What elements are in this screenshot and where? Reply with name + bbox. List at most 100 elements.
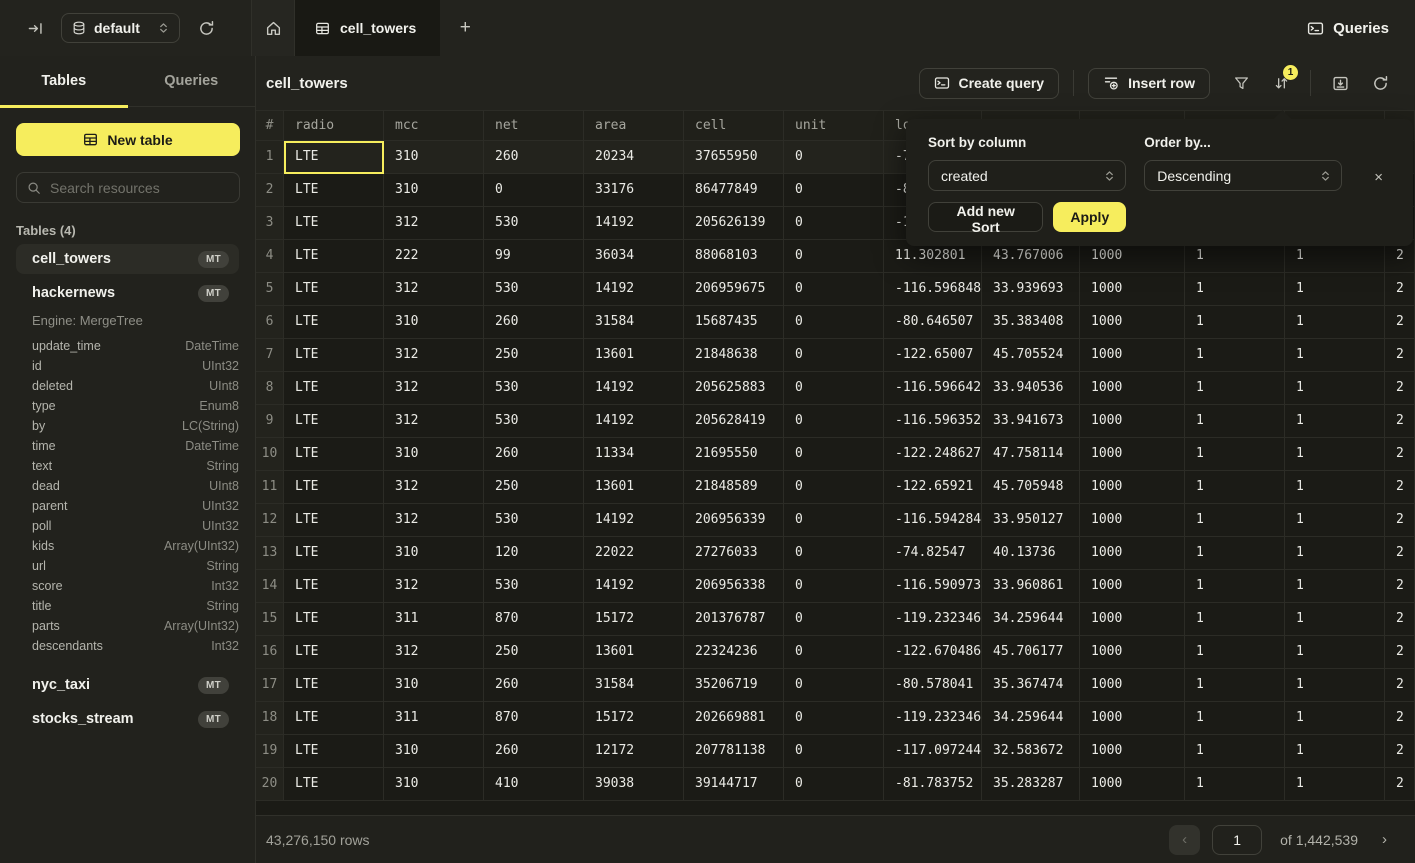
table-cell[interactable]: 1 [1285, 603, 1385, 636]
table-cell[interactable]: 207781138 [684, 735, 784, 768]
table-cell[interactable]: 0 [784, 768, 884, 801]
table-cell[interactable]: 1 [1285, 669, 1385, 702]
table-cell[interactable]: 1 [1185, 306, 1285, 339]
table-cell[interactable]: 33.960861 [982, 570, 1080, 603]
table-cell[interactable]: 14192 [584, 372, 684, 405]
table-cell[interactable]: 1 [1285, 405, 1385, 438]
table-cell[interactable]: 34.259644 [982, 603, 1080, 636]
table-cell[interactable]: 14192 [584, 504, 684, 537]
table-cell[interactable]: 2 [1385, 438, 1415, 471]
table-cell[interactable]: 1 [1285, 504, 1385, 537]
table-cell[interactable]: 27276033 [684, 537, 784, 570]
table-cell[interactable]: 20234 [584, 141, 684, 174]
table-cell[interactable]: 2 [1385, 537, 1415, 570]
table-cell[interactable]: 14192 [584, 207, 684, 240]
table-cell[interactable]: 2 [1385, 768, 1415, 801]
table-cell[interactable]: 2 [1385, 372, 1415, 405]
table-cell[interactable]: 312 [384, 471, 484, 504]
table-cell[interactable]: 12172 [584, 735, 684, 768]
table-cell[interactable]: 37655950 [684, 141, 784, 174]
table-cell[interactable]: 1000 [1080, 438, 1185, 471]
table-cell[interactable]: 13601 [584, 339, 684, 372]
table-cell[interactable]: 1000 [1080, 570, 1185, 603]
table-cell[interactable]: 0 [784, 273, 884, 306]
table-cell[interactable]: 312 [384, 570, 484, 603]
table-cell[interactable]: LTE [284, 273, 384, 306]
refresh-table-button[interactable] [1365, 68, 1395, 98]
table-cell[interactable]: 870 [484, 603, 584, 636]
table-cell[interactable]: 312 [384, 636, 484, 669]
table-cell[interactable]: 39144717 [684, 768, 784, 801]
table-cell[interactable]: 0 [784, 174, 884, 207]
table-cell[interactable]: 530 [484, 273, 584, 306]
table-cell[interactable]: -117.097244 [884, 735, 982, 768]
table-cell[interactable]: 1 [1185, 702, 1285, 735]
table-cell[interactable]: 99 [484, 240, 584, 273]
table-cell[interactable]: 1 [1285, 372, 1385, 405]
table-cell[interactable]: 0 [784, 240, 884, 273]
table-cell[interactable]: 1000 [1080, 735, 1185, 768]
table-cell[interactable]: 0 [784, 471, 884, 504]
table-cell[interactable]: 1 [1185, 768, 1285, 801]
table-cell[interactable]: 2 [1385, 636, 1415, 669]
sidebar-table-cell_towers[interactable]: cell_towersMT [16, 244, 239, 274]
table-cell[interactable]: 1 [1185, 438, 1285, 471]
sidebar-table-hackernews[interactable]: hackernewsMT [16, 278, 239, 308]
table-cell[interactable]: 0 [784, 603, 884, 636]
table-cell[interactable]: 1000 [1080, 405, 1185, 438]
table-cell[interactable]: 260 [484, 438, 584, 471]
table-cell[interactable]: -119.232346 [884, 702, 982, 735]
table-cell[interactable]: 33176 [584, 174, 684, 207]
table-cell[interactable]: 870 [484, 702, 584, 735]
table-cell[interactable]: 1 [1185, 339, 1285, 372]
table-cell[interactable]: LTE [284, 570, 384, 603]
table-cell[interactable]: 530 [484, 570, 584, 603]
table-cell[interactable]: 1 [1185, 405, 1285, 438]
table-cell[interactable]: 310 [384, 537, 484, 570]
sidebar-table-nyc_taxi[interactable]: nyc_taxiMT [16, 670, 239, 700]
table-cell[interactable]: 1 [1185, 372, 1285, 405]
table-cell[interactable]: 0 [784, 405, 884, 438]
table-cell[interactable]: LTE [284, 504, 384, 537]
table-cell[interactable]: 2 [1385, 702, 1415, 735]
table-cell[interactable]: 250 [484, 339, 584, 372]
table-cell[interactable]: LTE [284, 240, 384, 273]
prev-page-button[interactable]: ‹ [1169, 825, 1200, 855]
table-cell[interactable]: 86477849 [684, 174, 784, 207]
table-cell[interactable]: LTE [284, 702, 384, 735]
table-cell[interactable]: 1 [1185, 636, 1285, 669]
table-cell[interactable]: 1 [1185, 273, 1285, 306]
table-cell[interactable]: 530 [484, 207, 584, 240]
table-cell[interactable]: 1 [1185, 603, 1285, 636]
table-cell[interactable]: 1 [1285, 570, 1385, 603]
table-cell[interactable]: 206956339 [684, 504, 784, 537]
table-cell[interactable]: -116.594284 [884, 504, 982, 537]
column-header[interactable]: net [484, 111, 584, 141]
table-cell[interactable]: 2 [1385, 306, 1415, 339]
table-cell[interactable]: -116.590973 [884, 570, 982, 603]
sort-order-select[interactable]: Descending [1144, 160, 1342, 191]
table-cell[interactable]: 1 [1285, 306, 1385, 339]
sidebar-tab-queries[interactable]: Queries [128, 56, 256, 106]
table-cell[interactable]: 312 [384, 405, 484, 438]
column-header[interactable]: unit [784, 111, 884, 141]
table-cell[interactable]: 2 [1385, 339, 1415, 372]
table-cell[interactable]: 0 [784, 570, 884, 603]
table-cell[interactable]: 206956338 [684, 570, 784, 603]
table-cell[interactable]: 2 [1385, 504, 1415, 537]
table-cell[interactable]: LTE [284, 603, 384, 636]
table-cell[interactable]: 1 [1285, 339, 1385, 372]
table-cell[interactable]: 0 [784, 438, 884, 471]
table-cell[interactable]: 14192 [584, 273, 684, 306]
queries-button[interactable]: Queries [1307, 20, 1389, 37]
table-cell[interactable]: LTE [284, 735, 384, 768]
table-cell[interactable]: 1000 [1080, 504, 1185, 537]
table-cell[interactable]: 2 [1385, 735, 1415, 768]
table-cell[interactable]: 1 [1285, 636, 1385, 669]
table-cell[interactable]: 250 [484, 471, 584, 504]
table-cell[interactable]: 1 [1185, 735, 1285, 768]
table-cell[interactable]: 1000 [1080, 273, 1185, 306]
table-cell[interactable]: 32.583672 [982, 735, 1080, 768]
table-cell[interactable]: 0 [784, 702, 884, 735]
table-cell[interactable]: 312 [384, 372, 484, 405]
